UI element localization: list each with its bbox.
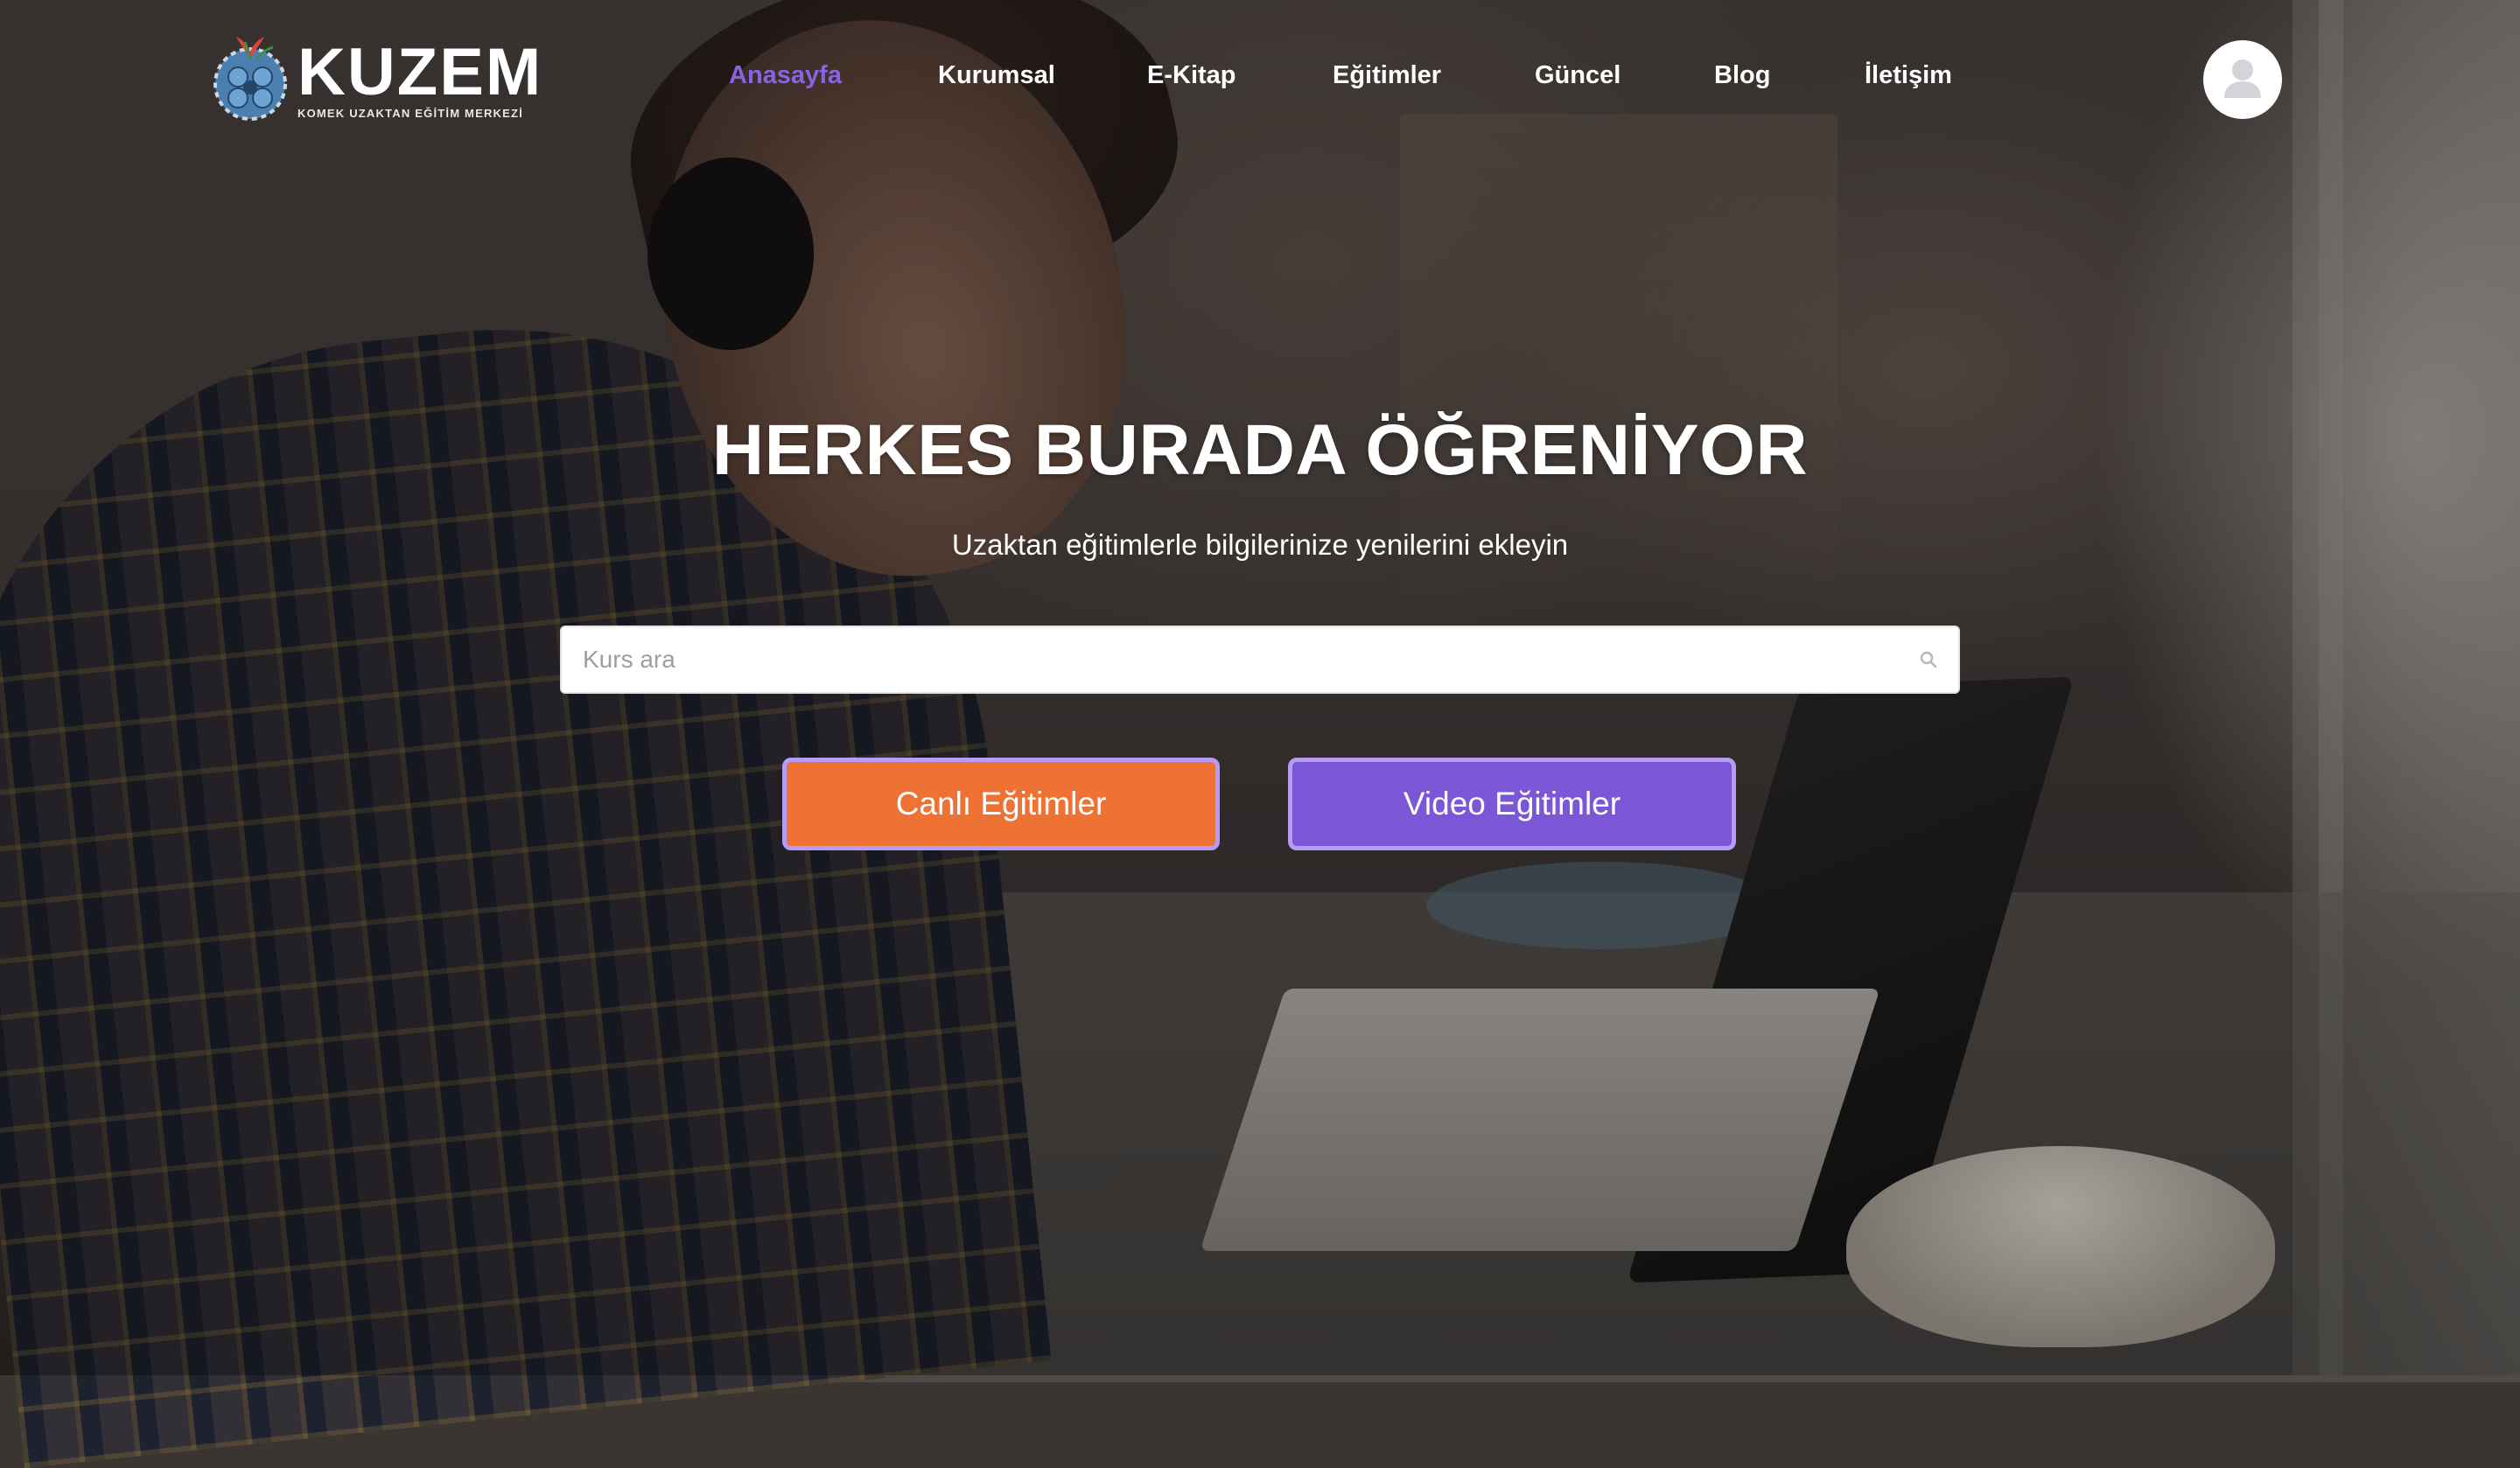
video-courses-button[interactable]: Video Eğitimler [1288, 758, 1736, 850]
nav-item-blog[interactable]: Blog [1714, 61, 1770, 90]
logo-tagline: KOMEK UZAKTAN EĞİTİM MERKEZİ [298, 106, 523, 120]
course-search-input[interactable] [562, 627, 1883, 692]
search-icon[interactable] [1918, 649, 1939, 670]
live-courses-label: Canlı Eğitimler [895, 786, 1107, 821]
nav-item-guncel[interactable]: Güncel [1535, 61, 1620, 90]
video-courses-label: Video Eğitimler [1403, 786, 1621, 821]
nav-item-egitimler[interactable]: Eğitimler [1333, 61, 1441, 90]
site-header: KUZEM KOMEK UZAKTAN EĞİTİM MERKEZİ Anasa… [0, 0, 2520, 161]
hero-title: HERKES BURADA ÖĞRENİYOR [711, 410, 1809, 490]
nav-item-anasayfa[interactable]: Anasayfa [729, 61, 842, 90]
nav-item-e-kitap[interactable]: E-Kitap [1147, 61, 1236, 90]
hero-subtitle: Uzaktan eğitimlerle bilgilerinize yenile… [951, 528, 1569, 561]
user-icon [2224, 59, 2261, 98]
course-search-bar [560, 626, 1960, 694]
nav-item-kurumsal[interactable]: Kurumsal [938, 61, 1055, 90]
user-avatar-button[interactable] [2203, 40, 2282, 119]
nav-item-iletisim[interactable]: İletişim [1865, 61, 1952, 90]
main-nav: Anasayfa Kurumsal E-Kitap Eğitimler Günc… [0, 61, 2520, 100]
live-courses-button[interactable]: Canlı Eğitimler [782, 758, 1220, 850]
